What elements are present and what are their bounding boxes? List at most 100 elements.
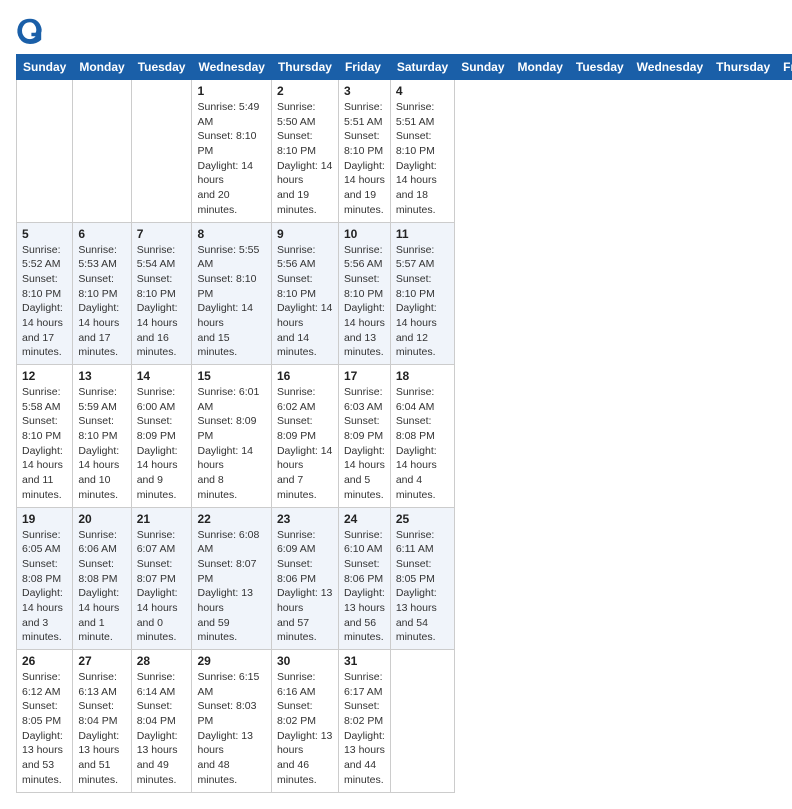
logo-icon: [16, 16, 44, 44]
col-header-friday: Friday: [338, 55, 390, 80]
col-header-monday: Monday: [73, 55, 131, 80]
calendar-cell: 6 Sunrise: 5:53 AM Sunset: 8:10 PM Daylig…: [73, 222, 131, 365]
calendar-cell: [17, 80, 73, 223]
day-number: 28: [137, 654, 187, 668]
calendar-week-1: 1Sunrise: 5:49 AM Sunset: 8:10 PM Daylig…: [17, 80, 792, 223]
day-info: Sunrise: 6:06 AM Sunset: 8:08 PM Dayligh…: [78, 528, 125, 646]
calendar-cell: 11 Sunrise: 5:57 AM Sunset: 8:10 PM Dayli…: [390, 222, 454, 365]
calendar-week-3: 12 Sunrise: 5:58 AM Sunset: 8:10 PM Dayli…: [17, 365, 792, 508]
day-info: Sunrise: 6:02 AM Sunset: 8:09 PM Dayligh…: [277, 385, 333, 503]
calendar-cell: [390, 650, 454, 793]
header-row: SundayMondayTuesdayWednesdayThursdayFrid…: [17, 55, 792, 80]
day-info: Sunrise: 5:56 AM Sunset: 8:10 PM Dayligh…: [344, 243, 385, 361]
day-info: Sunrise: 6:09 AM Sunset: 8:06 PM Dayligh…: [277, 528, 333, 646]
col-header-monday: Monday: [511, 55, 569, 80]
day-info: Sunrise: 6:13 AM Sunset: 8:04 PM Dayligh…: [78, 670, 125, 788]
col-header-friday: Friday: [777, 55, 792, 80]
day-info: Sunrise: 6:00 AM Sunset: 8:09 PM Dayligh…: [137, 385, 187, 503]
day-number: 11: [396, 227, 449, 241]
calendar-cell: 21 Sunrise: 6:07 AM Sunset: 8:07 PM Dayli…: [131, 507, 192, 650]
calendar-cell: 20 Sunrise: 6:06 AM Sunset: 8:08 PM Dayli…: [73, 507, 131, 650]
day-number: 20: [78, 512, 125, 526]
day-info: Sunrise: 5:52 AM Sunset: 8:10 PM Dayligh…: [22, 243, 67, 361]
day-number: 23: [277, 512, 333, 526]
day-info: Sunrise: 6:10 AM Sunset: 8:06 PM Dayligh…: [344, 528, 385, 646]
day-number: 14: [137, 369, 187, 383]
day-info: Sunrise: 6:01 AM Sunset: 8:09 PM Dayligh…: [197, 385, 265, 503]
day-number: 25: [396, 512, 449, 526]
day-number: 12: [22, 369, 67, 383]
day-info: Sunrise: 6:07 AM Sunset: 8:07 PM Dayligh…: [137, 528, 187, 646]
day-number: 21: [137, 512, 187, 526]
calendar-cell: 19 Sunrise: 6:05 AM Sunset: 8:08 PM Dayli…: [17, 507, 73, 650]
col-header-wednesday: Wednesday: [630, 55, 709, 80]
col-header-sunday: Sunday: [17, 55, 73, 80]
day-info: Sunrise: 6:12 AM Sunset: 8:05 PM Dayligh…: [22, 670, 67, 788]
day-info: Sunrise: 5:54 AM Sunset: 8:10 PM Dayligh…: [137, 243, 187, 361]
calendar-cell: 17 Sunrise: 6:03 AM Sunset: 8:09 PM Dayli…: [338, 365, 390, 508]
calendar-cell: 12 Sunrise: 5:58 AM Sunset: 8:10 PM Dayli…: [17, 365, 73, 508]
calendar-cell: 16Sunrise: 6:02 AM Sunset: 8:09 PM Dayli…: [271, 365, 338, 508]
calendar-cell: 29 Sunrise: 6:15 AM Sunset: 8:03 PM Dayli…: [192, 650, 271, 793]
calendar-cell: 22Sunrise: 6:08 AM Sunset: 8:07 PM Dayli…: [192, 507, 271, 650]
page-header: [16, 16, 776, 44]
day-number: 15: [197, 369, 265, 383]
day-info: Sunrise: 6:15 AM Sunset: 8:03 PM Dayligh…: [197, 670, 265, 788]
calendar-cell: 23 Sunrise: 6:09 AM Sunset: 8:06 PM Dayli…: [271, 507, 338, 650]
day-info: Sunrise: 5:57 AM Sunset: 8:10 PM Dayligh…: [396, 243, 449, 361]
day-info: Sunrise: 6:17 AM Sunset: 8:02 PM Dayligh…: [344, 670, 385, 788]
day-number: 5: [22, 227, 67, 241]
calendar-cell: 1Sunrise: 5:49 AM Sunset: 8:10 PM Daylig…: [192, 80, 271, 223]
calendar-cell: 8Sunrise: 5:55 AM Sunset: 8:10 PM Daylig…: [192, 222, 271, 365]
calendar-cell: 5 Sunrise: 5:52 AM Sunset: 8:10 PM Daylig…: [17, 222, 73, 365]
day-number: 19: [22, 512, 67, 526]
day-info: Sunrise: 6:03 AM Sunset: 8:09 PM Dayligh…: [344, 385, 385, 503]
day-number: 2: [277, 84, 333, 98]
day-info: Sunrise: 5:58 AM Sunset: 8:10 PM Dayligh…: [22, 385, 67, 503]
day-info: Sunrise: 6:16 AM Sunset: 8:02 PM Dayligh…: [277, 670, 333, 788]
day-info: Sunrise: 6:08 AM Sunset: 8:07 PM Dayligh…: [197, 528, 265, 646]
col-header-thursday: Thursday: [710, 55, 777, 80]
logo: [16, 16, 48, 44]
calendar-cell: 28 Sunrise: 6:14 AM Sunset: 8:04 PM Dayli…: [131, 650, 192, 793]
day-number: 6: [78, 227, 125, 241]
col-header-wednesday: Wednesday: [192, 55, 271, 80]
calendar-cell: 4 Sunrise: 5:51 AM Sunset: 8:10 PM Daylig…: [390, 80, 454, 223]
calendar-cell: 7Sunrise: 5:54 AM Sunset: 8:10 PM Daylig…: [131, 222, 192, 365]
calendar-cell: [73, 80, 131, 223]
calendar-cell: 30 Sunrise: 6:16 AM Sunset: 8:02 PM Dayli…: [271, 650, 338, 793]
day-number: 10: [344, 227, 385, 241]
day-number: 27: [78, 654, 125, 668]
col-header-tuesday: Tuesday: [569, 55, 630, 80]
day-number: 3: [344, 84, 385, 98]
calendar-cell: 26 Sunrise: 6:12 AM Sunset: 8:05 PM Dayli…: [17, 650, 73, 793]
day-info: Sunrise: 5:56 AM Sunset: 8:10 PM Dayligh…: [277, 243, 333, 361]
day-info: Sunrise: 5:55 AM Sunset: 8:10 PM Dayligh…: [197, 243, 265, 361]
day-number: 9: [277, 227, 333, 241]
day-info: Sunrise: 6:05 AM Sunset: 8:08 PM Dayligh…: [22, 528, 67, 646]
day-info: Sunrise: 5:53 AM Sunset: 8:10 PM Dayligh…: [78, 243, 125, 361]
day-number: 13: [78, 369, 125, 383]
calendar-cell: 13 Sunrise: 5:59 AM Sunset: 8:10 PM Dayli…: [73, 365, 131, 508]
day-number: 17: [344, 369, 385, 383]
day-info: Sunrise: 5:51 AM Sunset: 8:10 PM Dayligh…: [344, 100, 385, 218]
calendar-cell: [131, 80, 192, 223]
day-info: Sunrise: 5:50 AM Sunset: 8:10 PM Dayligh…: [277, 100, 333, 218]
calendar-cell: 2 Sunrise: 5:50 AM Sunset: 8:10 PM Daylig…: [271, 80, 338, 223]
day-number: 4: [396, 84, 449, 98]
day-number: 24: [344, 512, 385, 526]
day-number: 30: [277, 654, 333, 668]
day-number: 29: [197, 654, 265, 668]
calendar-table: SundayMondayTuesdayWednesdayThursdayFrid…: [16, 54, 792, 793]
day-number: 31: [344, 654, 385, 668]
day-number: 26: [22, 654, 67, 668]
day-info: Sunrise: 6:14 AM Sunset: 8:04 PM Dayligh…: [137, 670, 187, 788]
col-header-saturday: Saturday: [390, 55, 454, 80]
calendar-cell: 3 Sunrise: 5:51 AM Sunset: 8:10 PM Daylig…: [338, 80, 390, 223]
day-info: Sunrise: 5:51 AM Sunset: 8:10 PM Dayligh…: [396, 100, 449, 218]
col-header-sunday: Sunday: [455, 55, 511, 80]
day-number: 18: [396, 369, 449, 383]
day-info: Sunrise: 6:04 AM Sunset: 8:08 PM Dayligh…: [396, 385, 449, 503]
calendar-cell: 24 Sunrise: 6:10 AM Sunset: 8:06 PM Dayli…: [338, 507, 390, 650]
day-info: Sunrise: 5:59 AM Sunset: 8:10 PM Dayligh…: [78, 385, 125, 503]
